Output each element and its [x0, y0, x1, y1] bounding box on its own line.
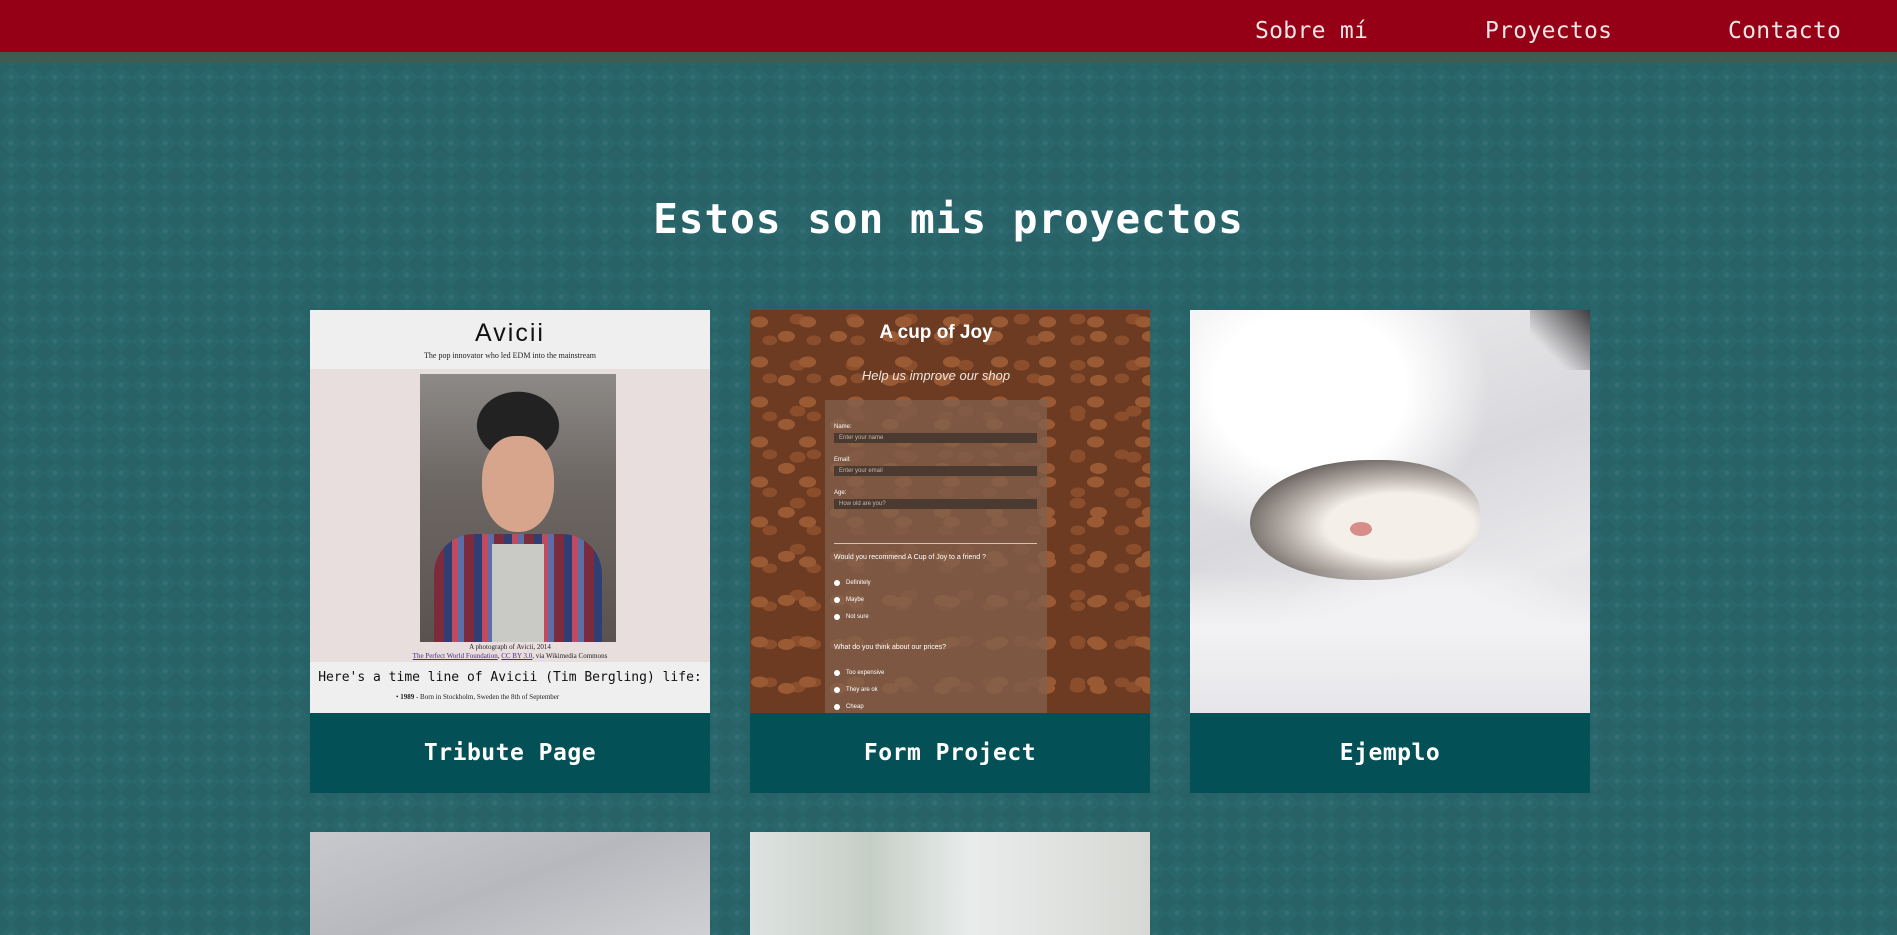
form-divider [834, 543, 1037, 544]
tribute-subtitle: The pop innovator who led EDM into the m… [424, 351, 596, 360]
name-label: Name: [834, 424, 852, 430]
nav-link-sobre-mi[interactable]: Sobre mí [1255, 18, 1368, 44]
project-caption: Tribute Page [310, 713, 710, 793]
project-card-partial-1[interactable] [310, 832, 710, 935]
radio-icon [834, 687, 840, 693]
project-card-tribute[interactable]: Avicii The pop innovator who led EDM int… [310, 310, 710, 793]
survey-form-panel: Name: Enter your name Email: Enter your … [825, 400, 1047, 713]
tee-shape [492, 544, 544, 642]
option-maybe: Maybe [834, 597, 864, 603]
timeline-item: • 1989 - Born in Stockholm, Sweden the 8… [396, 693, 560, 701]
timeline-text: - Born in Stockholm, Sweden the 8th of S… [414, 693, 560, 701]
photo-caption: A photograph of Avicii, 2014 The Perfect… [412, 643, 608, 660]
projects-title: Estos son mis proyectos [653, 195, 1244, 243]
question-recommend: Would you recommend A Cup of Joy to a fr… [834, 554, 987, 561]
age-field: How old are you? [834, 499, 1037, 509]
blanket-fold [1190, 570, 1590, 713]
age-label: Age: [834, 490, 847, 496]
project-thumbnail-tribute: Avicii The pop innovator who led EDM int… [310, 310, 710, 713]
nav-link-proyectos[interactable]: Proyectos [1485, 18, 1612, 44]
project-card-ejemplo[interactable]: Ejemplo [1190, 310, 1590, 793]
radio-icon [834, 670, 840, 676]
cat-nose [1350, 522, 1372, 536]
option-cheap: Cheap [834, 704, 864, 710]
sleeping-cat [1250, 460, 1480, 580]
project-card-partial-2[interactable] [750, 832, 1150, 935]
tribute-title: Avicii [475, 319, 545, 347]
radio-icon [834, 597, 840, 603]
radio-icon [834, 704, 840, 710]
license-link: CC BY 3.0 [501, 652, 533, 660]
radio-icon [834, 614, 840, 620]
tribute-timeline: Here's a time line of Avicii (Tim Bergli… [310, 662, 710, 713]
email-field: Enter your email [834, 466, 1037, 476]
project-caption: Form Project [750, 713, 1150, 793]
email-label: Email: [834, 457, 851, 463]
photo-caption-tail: , via Wikimedia Commons [532, 652, 608, 660]
face-shape [482, 436, 554, 532]
project-thumbnail-cat [1190, 310, 1590, 713]
tribute-header: Avicii The pop innovator who led EDM int… [310, 310, 710, 369]
avicii-photo [420, 374, 616, 642]
project-thumbnail-form: A cup of Joy Help us improve our shop Na… [750, 310, 1150, 713]
nav-link-contacto[interactable]: Contacto [1728, 18, 1841, 44]
form-title: A cup of Joy [879, 322, 993, 343]
photo-caption-line: A photograph of Avicii, 2014 [469, 643, 551, 651]
project-card-form[interactable]: A cup of Joy Help us improve our shop Na… [750, 310, 1150, 793]
option-not-sure: Not sure [834, 614, 869, 620]
form-subtitle: Help us improve our shop [861, 368, 1011, 383]
project-caption: Ejemplo [1190, 713, 1590, 793]
option-ok: They are ok [834, 687, 878, 693]
timeline-heading: Here's a time line of Avicii (Tim Bergli… [318, 670, 702, 685]
option-too-expensive: Too expensive [834, 670, 884, 676]
radio-icon [834, 580, 840, 586]
timeline-year: 1989 [400, 693, 415, 701]
name-field: Enter your name [834, 433, 1037, 443]
option-definitely: Definitely [834, 580, 871, 586]
question-prices: What do you think about our prices? [834, 644, 947, 651]
navbar: Sobre mí Proyectos Contacto [0, 0, 1897, 63]
shadow-corner [1530, 310, 1590, 370]
photo-credit-link: The Perfect World Foundation [412, 652, 498, 660]
